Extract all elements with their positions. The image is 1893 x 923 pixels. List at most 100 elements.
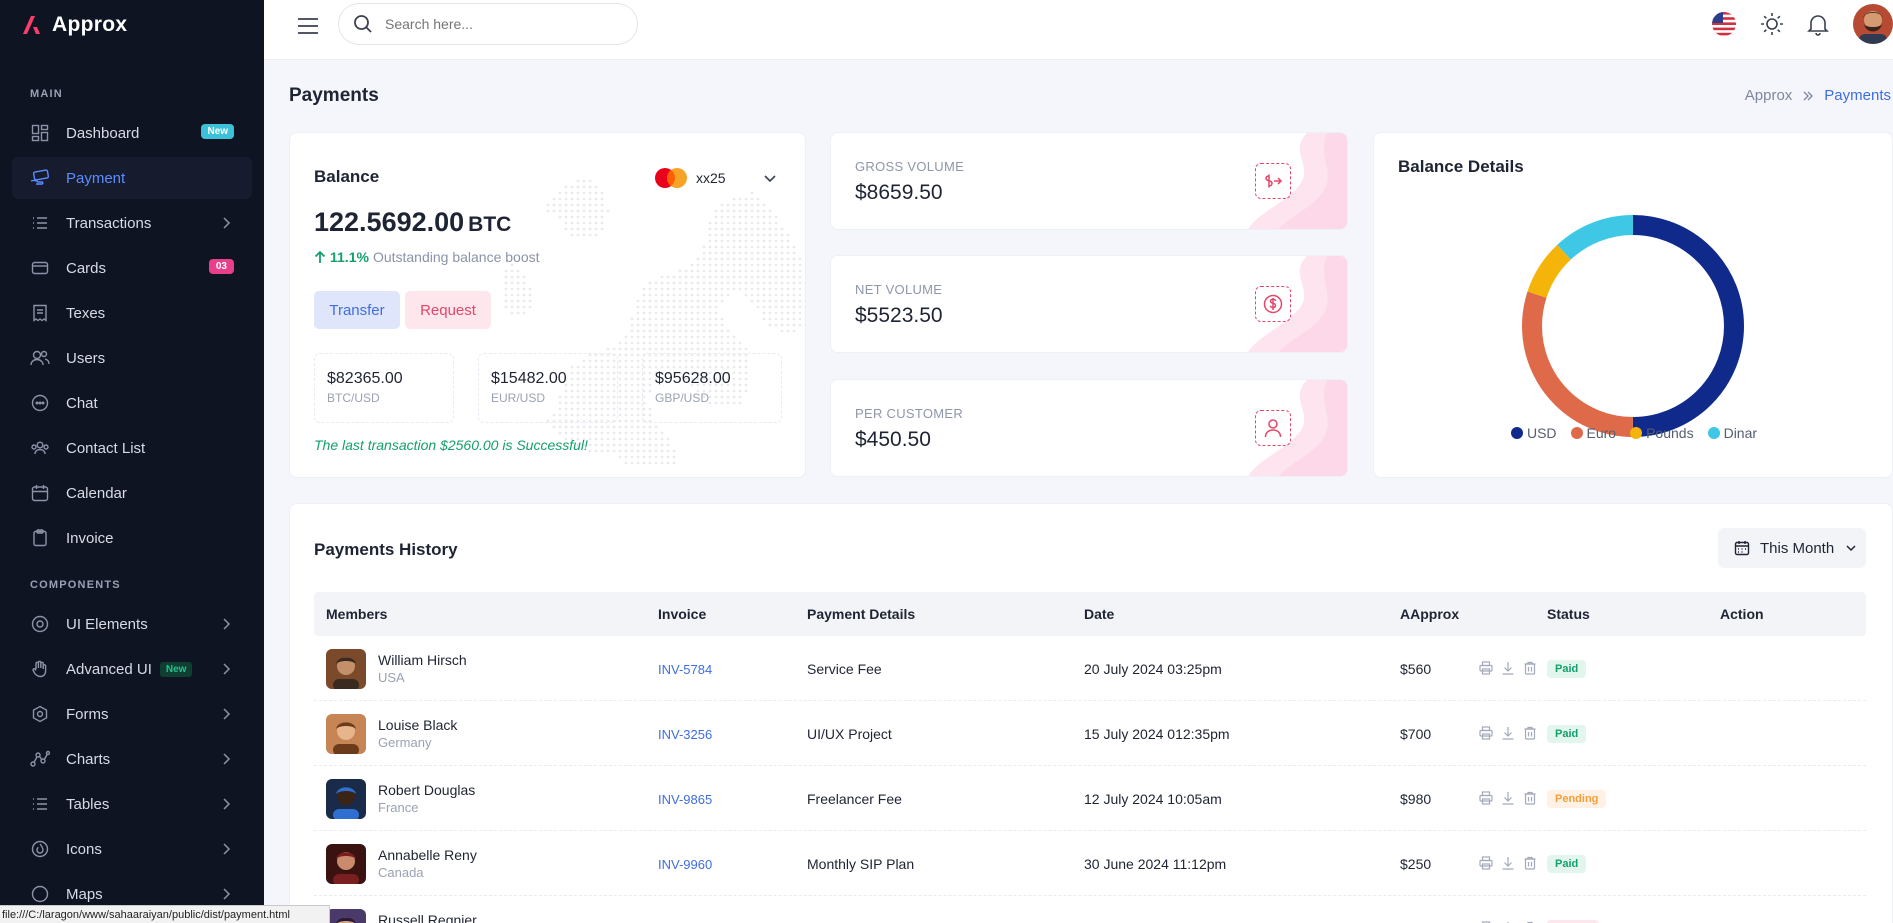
sidebar-item-advanced-ui[interactable]: Advanced UI New <box>12 648 252 690</box>
users-icon <box>30 348 50 368</box>
invoice-link[interactable]: INV-9960 <box>658 857 712 872</box>
print-icon[interactable] <box>1479 726 1493 740</box>
stat-value: $450.50 <box>855 428 931 451</box>
sidebar-item-chat[interactable]: Chat <box>12 382 252 424</box>
cards-count-badge: 03 <box>208 259 234 274</box>
sidebar-item-invoice[interactable]: Invoice <box>12 517 252 559</box>
sidebar-item-calendar[interactable]: Calendar <box>12 472 252 514</box>
sidebar-item-label: Contact List <box>66 439 146 457</box>
transfer-button[interactable]: Transfer <box>314 291 400 329</box>
payment-amount: $980 <box>1400 791 1432 807</box>
sidebar-item-ui-elements[interactable]: UI Elements <box>12 603 252 645</box>
user-avatar[interactable] <box>1853 4 1893 44</box>
section-main-title: MAIN <box>30 88 63 100</box>
chevron-right-icon <box>223 618 231 630</box>
legend-item-usd[interactable]: USD <box>1510 425 1557 441</box>
legend-item-pounds[interactable]: Pounds <box>1630 425 1694 441</box>
trash-icon[interactable] <box>1523 791 1537 805</box>
rate-label: BTC/USD <box>327 391 380 405</box>
sidebar-item-cards[interactable]: Cards 03 <box>12 247 252 289</box>
balance-details-card: Balance Details USD Euro Pounds Dinar <box>1373 132 1893 478</box>
print-icon[interactable] <box>1479 856 1493 870</box>
col-amount: AApprox <box>1400 606 1460 622</box>
balance-donut-chart <box>1522 215 1744 437</box>
sidebar-item-charts[interactable]: Charts <box>12 738 252 780</box>
month-filter-dropdown[interactable]: This Month <box>1718 528 1866 568</box>
request-button[interactable]: Request <box>405 291 491 329</box>
legend-dot <box>1630 427 1643 439</box>
download-icon[interactable] <box>1501 661 1515 675</box>
card-selector[interactable]: xx25 <box>654 167 778 189</box>
browser-status-url: file:///C:/laragon/www/sahaaraiyan/publi… <box>0 905 330 923</box>
search-box[interactable] <box>338 3 638 45</box>
breadcrumb-home-link[interactable]: Approx <box>1745 87 1793 104</box>
sidebar-item-payment[interactable]: Payment <box>12 157 252 199</box>
sidebar-item-dashboard[interactable]: Dashboard New <box>12 112 252 154</box>
col-members: Members <box>326 606 388 622</box>
stat-value: $8659.50 <box>855 181 943 204</box>
sidebar-item-texes[interactable]: Texes <box>12 292 252 334</box>
invoice-link[interactable]: INV-3256 <box>658 727 712 742</box>
search-input[interactable] <box>385 16 615 32</box>
chevron-right-icon <box>223 217 231 229</box>
brand[interactable]: Approx <box>0 0 264 50</box>
sidebar-item-transactions[interactable]: Transactions <box>12 202 252 244</box>
payments-history-card: Payments History This Month Members Invo… <box>289 503 1893 923</box>
print-icon[interactable] <box>1479 791 1493 805</box>
boost-text: Outstanding balance boost <box>372 249 540 265</box>
payment-amount: $700 <box>1400 726 1432 742</box>
member-avatar <box>326 909 366 923</box>
sidebar-item-contact-list[interactable]: Contact List <box>12 427 252 469</box>
sun-theme-icon[interactable] <box>1759 11 1785 37</box>
invoice-link[interactable]: INV-5784 <box>658 662 712 677</box>
page-title: Payments <box>289 85 379 106</box>
stat-label: NET VOLUME <box>855 282 943 297</box>
col-action: Action <box>1720 606 1764 622</box>
target-icon <box>30 614 50 634</box>
sidebar-item-label: Tables <box>66 795 110 813</box>
payment-date: 15 July 2024 012:35pm <box>1084 726 1230 742</box>
chevron-down-icon <box>1846 545 1856 552</box>
trash-icon[interactable] <box>1523 856 1537 870</box>
download-icon[interactable] <box>1501 856 1515 870</box>
col-payment-details: Payment Details <box>807 606 916 622</box>
new-badge: New <box>201 124 234 139</box>
invoice-link[interactable]: INV-9865 <box>658 792 712 807</box>
hamburger-menu-icon[interactable] <box>296 14 320 38</box>
payment-amount: $560 <box>1400 661 1432 677</box>
chevron-right-icon <box>223 798 231 810</box>
download-icon[interactable] <box>1501 791 1515 805</box>
chevron-right-icon <box>223 843 231 855</box>
col-status: Status <box>1547 606 1590 622</box>
list-icon <box>30 213 50 233</box>
print-icon[interactable] <box>1479 661 1493 675</box>
legend-label: Pounds <box>1646 425 1694 441</box>
legend-label: USD <box>1526 425 1557 441</box>
bell-notification-icon[interactable] <box>1805 11 1831 37</box>
sidebar-item-tables[interactable]: Tables <box>12 783 252 825</box>
sidebar-item-users[interactable]: Users <box>12 337 252 379</box>
row-actions <box>1479 661 1537 675</box>
rate-eur-usd: $15482.00 EUR/USD <box>478 353 618 423</box>
sidebar-item-icons[interactable]: Icons <box>12 828 252 870</box>
legend-item-euro[interactable]: Euro <box>1570 425 1616 441</box>
balance-amount: 122.5692.00 BTC <box>314 207 511 238</box>
balance-value: 122.5692.00 <box>314 207 465 237</box>
dollar-circle-icon <box>1255 286 1291 322</box>
chevron-right-icon <box>223 888 231 900</box>
stat-per-customer: PER CUSTOMER $450.50 <box>830 379 1348 477</box>
card-icon <box>30 258 50 278</box>
row-actions <box>1479 856 1537 870</box>
stat-label: GROSS VOLUME <box>855 159 965 174</box>
status-badge: Paid <box>1547 660 1587 678</box>
top-header <box>264 0 1893 60</box>
clipboard-icon <box>30 528 50 548</box>
us-flag-icon[interactable] <box>1711 11 1737 37</box>
trash-icon[interactable] <box>1523 661 1537 675</box>
balance-details-title: Balance Details <box>1398 157 1524 176</box>
payment-details: UI/UX Project <box>807 726 892 742</box>
sidebar-item-forms[interactable]: Forms <box>12 693 252 735</box>
download-icon[interactable] <box>1501 726 1515 740</box>
legend-item-dinar[interactable]: Dinar <box>1707 425 1757 441</box>
trash-icon[interactable] <box>1523 726 1537 740</box>
